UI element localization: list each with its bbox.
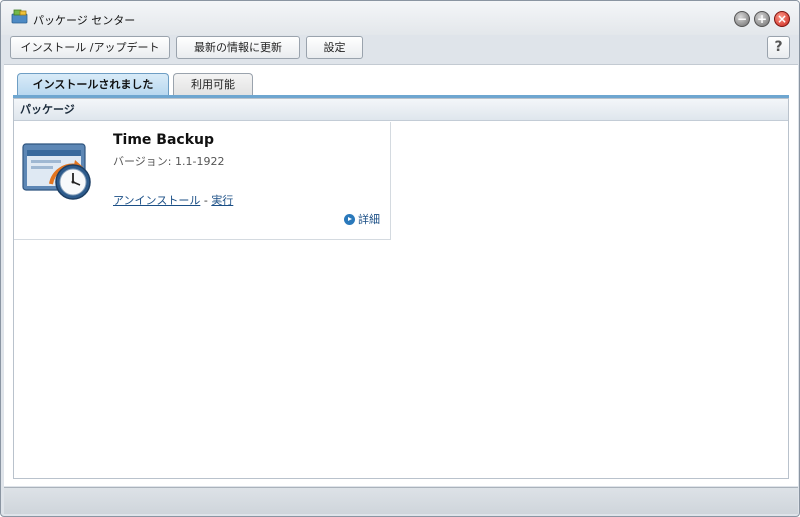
minimize-button[interactable]: − (734, 11, 750, 27)
settings-button[interactable]: 設定 (306, 36, 363, 59)
details-label: 詳細 (358, 213, 380, 226)
tab-installed[interactable]: インストールされました (17, 73, 169, 96)
status-bar (4, 487, 798, 514)
content-area: インストールされました 利用可能 パッケージ Time Backup バージョン… (4, 64, 798, 486)
package-center-icon (11, 9, 28, 24)
minimize-icon: − (736, 12, 748, 26)
tab-available[interactable]: 利用可能 (173, 73, 253, 96)
close-button[interactable]: × (774, 11, 790, 27)
close-icon: × (776, 12, 788, 26)
package-card[interactable]: Time Backup バージョン: 1.1-1922 アンインストール - 実… (14, 122, 391, 240)
package-list-panel: パッケージ Time Backup バージョン: 1.1-1922 アンインスト… (13, 98, 789, 479)
maximize-button[interactable]: + (754, 11, 770, 27)
time-backup-icon (22, 143, 91, 200)
run-link[interactable]: 実行 (211, 194, 233, 207)
play-arrow-icon (344, 213, 355, 225)
maximize-icon: + (756, 12, 768, 26)
package-actions: アンインストール - 実行 (113, 192, 233, 208)
install-update-button[interactable]: インストール /アップデート (10, 36, 170, 59)
panel-header: パッケージ (14, 99, 788, 121)
refresh-button[interactable]: 最新の情報に更新 (176, 36, 300, 59)
title-bar[interactable]: パッケージ センター − + × (1, 1, 799, 35)
package-name: Time Backup (113, 132, 215, 148)
package-center-window: パッケージ センター − + × インストール /アップデート 最新の情報に更新… (0, 0, 800, 517)
uninstall-link[interactable]: アンインストール (113, 194, 200, 207)
package-version: バージョン: 1.1-1922 (113, 155, 225, 168)
help-button[interactable]: ? (767, 36, 790, 59)
window-title: パッケージ センター (33, 14, 136, 27)
details-link[interactable]: 詳細 (344, 211, 380, 227)
